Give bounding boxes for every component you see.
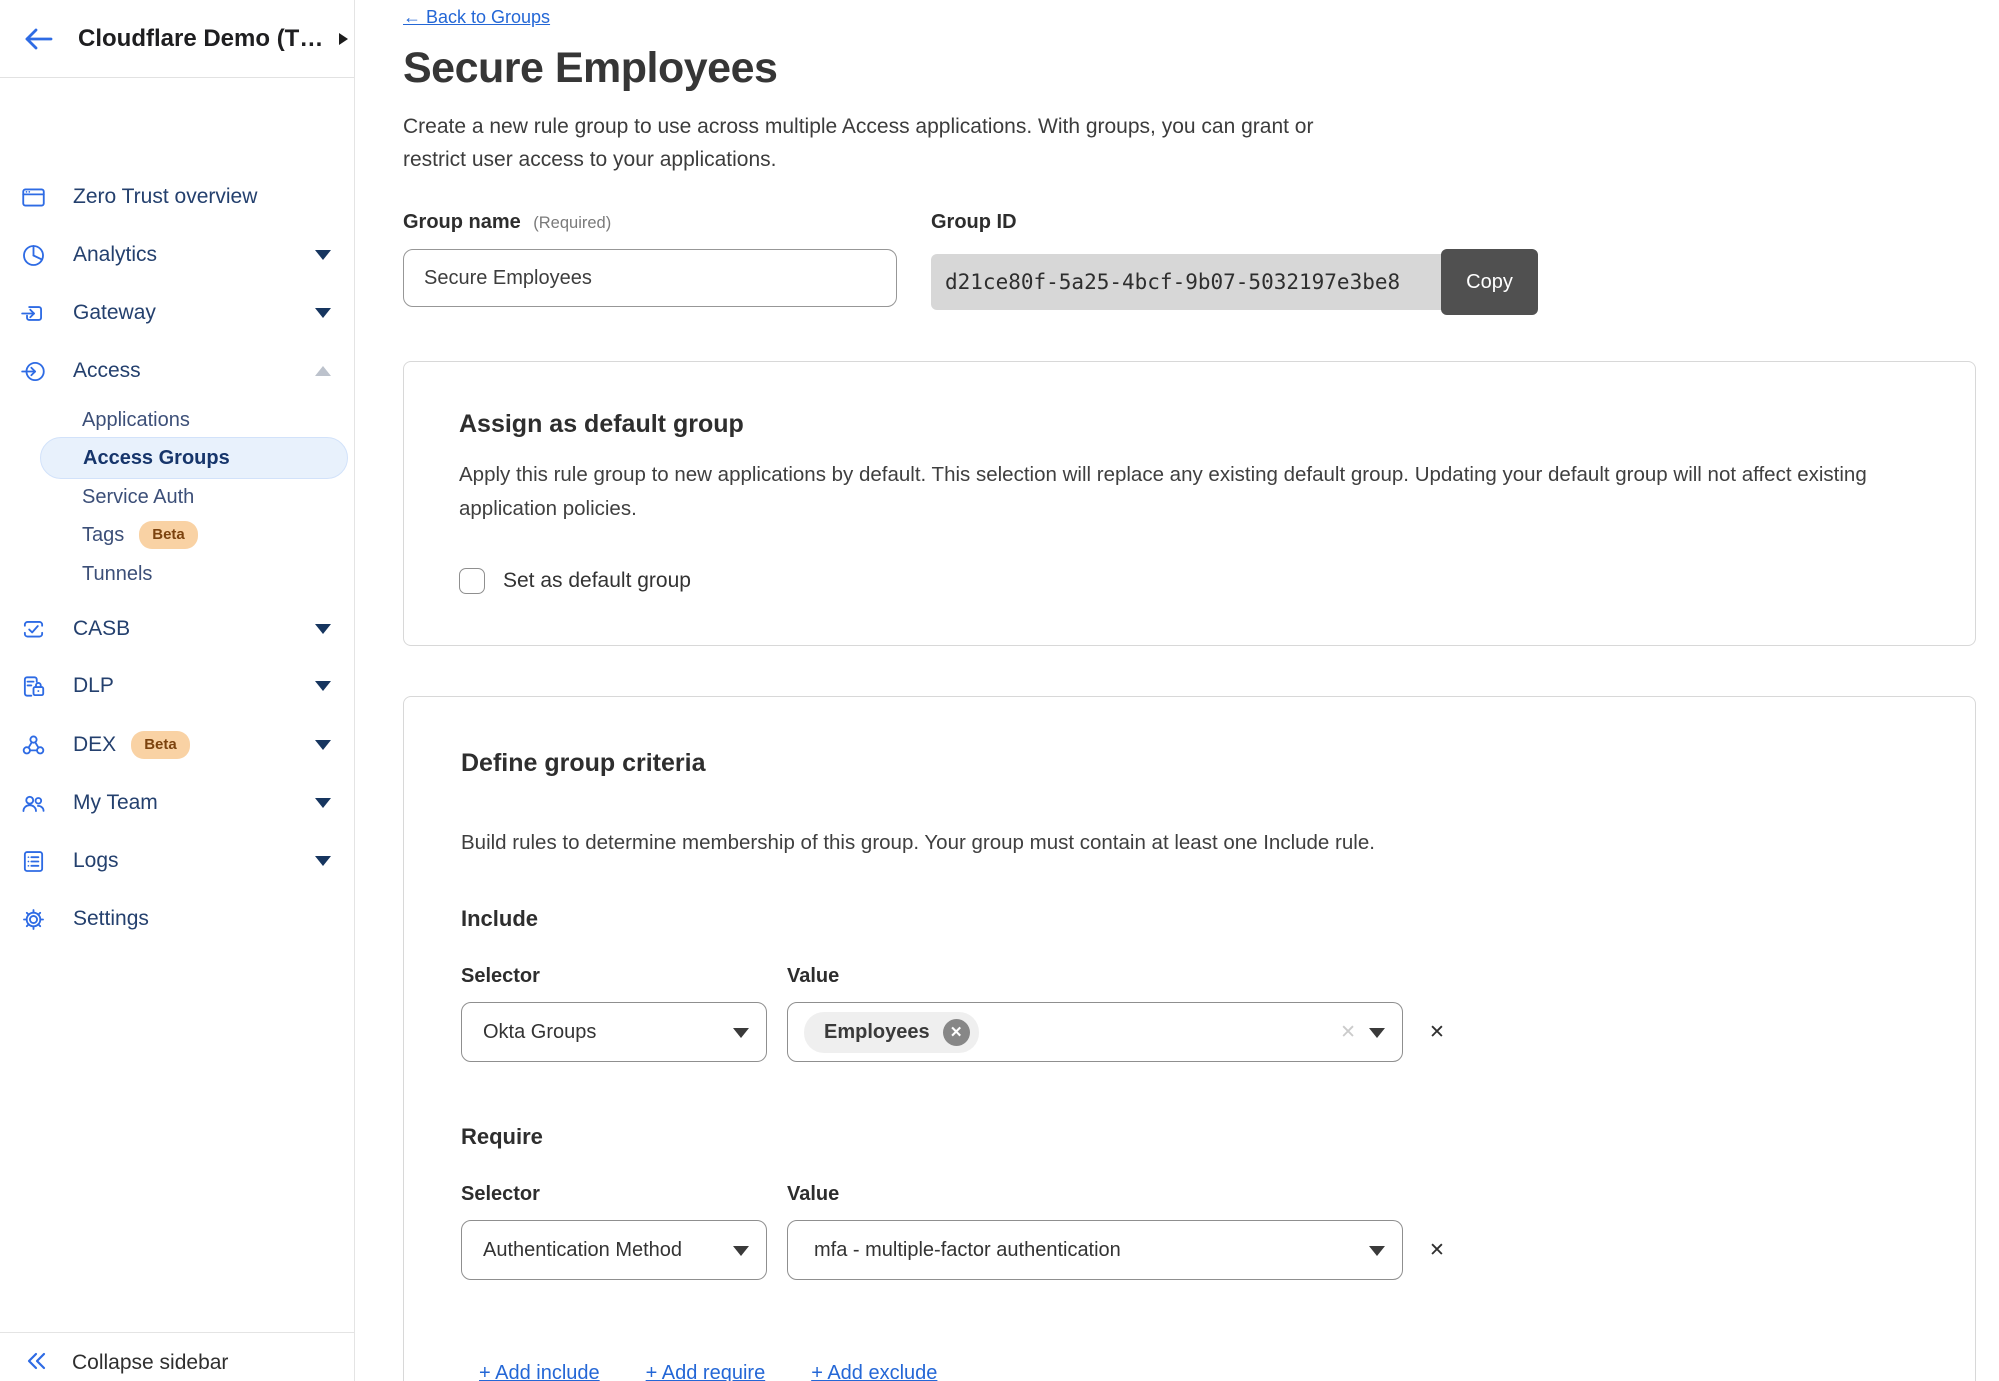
include-selector-dropdown[interactable]: Okta Groups: [461, 1002, 767, 1062]
collapse-sidebar-button[interactable]: Collapse sidebar: [0, 1332, 355, 1381]
sidebar-item-logs[interactable]: Logs: [0, 839, 355, 883]
require-value-dropdown[interactable]: mfa - multiple-factor authentication: [787, 1220, 1403, 1280]
sidebar-item-casb[interactable]: CASB: [0, 607, 355, 651]
collapse-sidebar-label: Collapse sidebar: [72, 1351, 228, 1375]
sidebar-item-label: CASB: [73, 617, 130, 641]
sidebar-item-gateway[interactable]: Gateway: [0, 291, 355, 335]
account-name: Cloudflare Demo (T…: [78, 25, 323, 53]
group-id-label: Group ID: [931, 211, 1017, 233]
default-group-checkbox[interactable]: [459, 568, 485, 594]
chevron-down-icon[interactable]: [315, 624, 331, 634]
group-name-label: Group name: [403, 211, 521, 233]
chevron-down-icon[interactable]: [315, 856, 331, 866]
criteria-card-title: Define group criteria: [461, 749, 1918, 778]
beta-badge: Beta: [139, 521, 198, 549]
overview-icon: [20, 184, 47, 211]
require-rule-row: Authentication Method mfa - multiple-fac…: [461, 1220, 1918, 1280]
sidebar-item-analytics[interactable]: Analytics: [0, 233, 355, 277]
sidebar-item-applications[interactable]: Applications: [40, 399, 348, 441]
sidebar-item-label: DLP: [73, 674, 114, 698]
page-title: Secure Employees: [403, 44, 1976, 93]
dropdown-caret-icon: [1369, 1246, 1385, 1256]
default-card-description: Apply this rule group to new application…: [459, 458, 1920, 526]
analytics-pie-icon: [20, 242, 47, 269]
dex-cluster-icon: [20, 732, 47, 759]
back-arrow-icon[interactable]: [20, 25, 54, 53]
require-selector-dropdown[interactable]: Authentication Method: [461, 1220, 767, 1280]
include-rule-row: Okta Groups Employees ✕ ✕ ✕: [461, 1002, 1918, 1062]
copy-button[interactable]: Copy: [1441, 249, 1538, 315]
sidebar-item-tunnels[interactable]: Tunnels: [40, 553, 348, 595]
beta-badge: Beta: [131, 731, 190, 759]
dropdown-caret-icon: [1369, 1028, 1385, 1038]
chevron-down-icon[interactable]: [315, 681, 331, 691]
gear-icon: [20, 906, 47, 933]
chevron-down-icon[interactable]: [315, 250, 331, 260]
group-form-row: Group name (Required) Group ID d21ce80f-…: [403, 211, 1976, 315]
criteria-card: Define group criteria Build rules to det…: [403, 696, 1976, 1381]
require-value-label: Value: [787, 1183, 1403, 1206]
sidebar-item-label: Analytics: [73, 243, 157, 267]
sidebar-item-label: Zero Trust overview: [73, 185, 257, 209]
value-chip: Employees ✕: [804, 1012, 979, 1053]
page-description: Create a new rule group to use across mu…: [403, 110, 1373, 176]
default-card-title: Assign as default group: [459, 410, 1920, 439]
sidebar-item-my-team[interactable]: My Team: [0, 781, 355, 825]
dropdown-caret-icon: [733, 1028, 749, 1038]
account-header: Cloudflare Demo (T…: [0, 0, 354, 78]
include-selector-label: Selector: [461, 965, 767, 988]
add-require-link[interactable]: + Add require: [646, 1362, 766, 1381]
access-icon: [20, 358, 47, 385]
chevron-down-icon[interactable]: [315, 798, 331, 808]
dropdown-caret-icon: [733, 1246, 749, 1256]
required-label: (Required): [533, 214, 611, 232]
chevron-down-icon[interactable]: [315, 308, 331, 318]
include-value-label: Value: [787, 965, 1403, 988]
logs-list-icon: [20, 848, 47, 875]
chevron-right-icon[interactable]: [339, 33, 348, 45]
chevron-up-icon[interactable]: [315, 366, 331, 376]
remove-include-rule-icon[interactable]: ✕: [1429, 1021, 1445, 1044]
require-selector-label: Selector: [461, 1183, 767, 1206]
casb-icon: [20, 616, 47, 643]
criteria-card-description: Build rules to determine membership of t…: [461, 826, 1918, 860]
sidebar-item-label: Settings: [73, 907, 149, 931]
sidebar-item-service-auth[interactable]: Service Auth: [40, 476, 348, 518]
sidebar-item-label: DEX: [73, 733, 116, 757]
sidebar-item-settings[interactable]: Settings: [0, 897, 355, 941]
group-name-input[interactable]: [403, 249, 897, 307]
chevron-down-icon[interactable]: [315, 740, 331, 750]
dlp-document-lock-icon: [20, 673, 47, 700]
set-default-group-row: Set as default group: [459, 568, 1920, 594]
include-heading: Include: [461, 906, 1918, 932]
add-include-link[interactable]: + Add include: [479, 1362, 600, 1381]
default-group-card: Assign as default group Apply this rule …: [403, 361, 1976, 646]
add-exclude-link[interactable]: + Add exclude: [811, 1362, 937, 1381]
group-id-value: d21ce80f-5a25-4bcf-9b07-5032197e3be8: [931, 254, 1444, 310]
collapse-chevrons-icon: [24, 1349, 48, 1378]
sidebar: Cloudflare Demo (T… Zero Trust overview …: [0, 0, 355, 1381]
clear-values-icon[interactable]: ✕: [1340, 1021, 1356, 1044]
sidebar-item-dlp[interactable]: DLP: [0, 664, 355, 708]
chip-remove-icon[interactable]: ✕: [943, 1019, 970, 1046]
sidebar-item-access[interactable]: Access: [0, 349, 355, 393]
include-value-multiselect[interactable]: Employees ✕ ✕: [787, 1002, 1403, 1062]
sidebar-nav: Zero Trust overview Analytics Gateway Ac…: [0, 78, 355, 1332]
sidebar-item-label: Access: [73, 359, 141, 383]
main-content: ← Back to Groups Secure Employees Create…: [355, 0, 1999, 1381]
require-heading: Require: [461, 1124, 1918, 1150]
sidebar-item-tags[interactable]: Tags Beta: [40, 514, 348, 556]
sidebar-item-dex[interactable]: DEX Beta: [0, 723, 355, 767]
sidebar-item-access-groups[interactable]: Access Groups: [40, 437, 348, 479]
sidebar-item-label: My Team: [73, 791, 158, 815]
sidebar-item-label: Logs: [73, 849, 119, 873]
sidebar-item-zero-trust-overview[interactable]: Zero Trust overview: [0, 175, 355, 219]
remove-require-rule-icon[interactable]: ✕: [1429, 1239, 1445, 1262]
gateway-icon: [20, 300, 47, 327]
default-group-checkbox-label: Set as default group: [503, 569, 691, 593]
sidebar-item-label: Gateway: [73, 301, 156, 325]
back-to-groups-link[interactable]: ← Back to Groups: [403, 7, 550, 28]
add-rule-links: + Add include + Add require + Add exclud…: [479, 1362, 1918, 1381]
team-people-icon: [20, 790, 47, 817]
